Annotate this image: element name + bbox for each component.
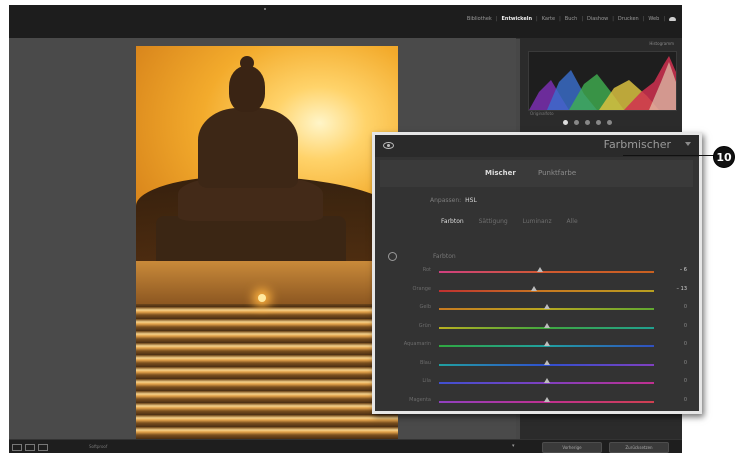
slider-thumb[interactable]: [537, 267, 544, 272]
eye-icon[interactable]: [383, 142, 394, 149]
slider-value[interactable]: 0: [669, 304, 687, 310]
section-label: Farbton: [433, 253, 456, 260]
slider-row: Rot – 6: [375, 267, 700, 281]
statue-crown: [240, 56, 254, 70]
pool-water: [136, 304, 398, 439]
tab-mixer[interactable]: Mischer: [485, 169, 516, 177]
filter-tool-icon[interactable]: [607, 120, 612, 125]
slider-label: Blau: [419, 359, 431, 366]
slider-label: Magenta: [409, 396, 431, 403]
view-mode-icons: [12, 444, 48, 451]
reset-button[interactable]: Zurücksetzen: [609, 442, 669, 453]
statue-body: [198, 108, 298, 188]
previous-button[interactable]: Vorherige: [542, 442, 602, 453]
module-book[interactable]: Buch: [561, 16, 582, 22]
slider-label: Grün: [418, 322, 431, 329]
mode-hue[interactable]: Farbton: [441, 218, 464, 225]
slider-thumb[interactable]: [543, 359, 550, 365]
mask-tool-icon[interactable]: [596, 120, 601, 125]
buddha-sunset-photo: [136, 46, 398, 439]
redeye-tool-icon[interactable]: [585, 120, 590, 125]
slider-row: Gelb 0: [375, 304, 700, 318]
module-separator: |: [663, 16, 665, 22]
loupe-view-icon[interactable]: [12, 444, 22, 451]
slider-row: Magenta 0: [375, 396, 700, 411]
slider-thumb[interactable]: [530, 285, 537, 291]
cloud-icon[interactable]: [669, 17, 676, 21]
softproof-toggle[interactable]: Softproof: [89, 444, 107, 449]
mode-luminance[interactable]: Luminanz: [523, 218, 552, 225]
slider-value[interactable]: 0: [669, 341, 687, 347]
module-web[interactable]: Web: [644, 16, 663, 22]
adjust-selector[interactable]: Anpassen: HSL: [430, 197, 477, 204]
slider-thumb[interactable]: [543, 396, 550, 402]
before-after-view-icon[interactable]: [25, 444, 35, 451]
bottom-toolbar: Softproof ▾ Vorherige Zurücksetzen: [9, 439, 682, 453]
adjust-value[interactable]: HSL: [465, 197, 477, 204]
panel-header: Farbmischer: [375, 135, 699, 157]
module-picker: Bibliothek | Entwickeln | Karte | Buch | Dia…: [463, 16, 676, 22]
slider-thumb[interactable]: [543, 322, 550, 328]
adjust-label: Anpassen:: [430, 197, 462, 204]
crop-tool-icon[interactable]: [563, 120, 568, 125]
slider-value[interactable]: – 13: [669, 286, 687, 292]
pool-wall: [136, 261, 398, 306]
slider-value[interactable]: 0: [669, 323, 687, 329]
panel-title[interactable]: Farbmischer: [604, 138, 671, 151]
slider-label: Lila: [422, 378, 431, 384]
toolbar-menu-arrow[interactable]: ▾: [512, 443, 515, 449]
mode-all[interactable]: Alle: [567, 218, 578, 225]
histogram-title[interactable]: Histogramm: [649, 41, 674, 46]
sun-glow: [258, 294, 266, 302]
slider-row: Blau 0: [375, 359, 700, 374]
callout-badge: 10: [713, 146, 735, 168]
slider-thumb[interactable]: [543, 341, 550, 346]
slider-label: Rot: [422, 267, 431, 273]
slider-label: Orange: [412, 285, 431, 292]
collapse-icon[interactable]: [685, 142, 691, 146]
slider-value[interactable]: 0: [669, 360, 687, 366]
mode-saturation[interactable]: Sättigung: [479, 218, 508, 225]
callout-line: [623, 155, 716, 156]
mixer-tabs: Mischer Punktfarbe: [380, 160, 693, 187]
module-develop[interactable]: Entwickeln: [498, 16, 537, 22]
statue-head: [229, 66, 265, 112]
tab-point-color[interactable]: Punktfarbe: [538, 169, 576, 177]
slider-track[interactable]: [439, 271, 654, 273]
module-slideshow[interactable]: Diashow: [583, 16, 612, 22]
slider-row: Grün 0: [375, 322, 700, 337]
slider-value[interactable]: 0: [669, 378, 687, 384]
slider-thumb[interactable]: [543, 304, 550, 309]
top-indicator: [264, 8, 266, 10]
slider-label: Aquamarin: [403, 341, 431, 347]
slider-value[interactable]: 0: [669, 397, 687, 403]
histogram-info: Originalfoto: [530, 111, 554, 116]
target-adjustment-icon[interactable]: [388, 252, 397, 261]
histogram: [528, 51, 677, 111]
slider-thumb[interactable]: [543, 378, 550, 383]
module-print[interactable]: Drucken: [614, 16, 643, 22]
module-library[interactable]: Bibliothek: [463, 16, 496, 22]
slider-row: Aquamarin 0: [375, 341, 700, 355]
spot-tool-icon[interactable]: [574, 120, 579, 125]
hsl-mode-tabs: Farbton Sättigung Luminanz Alle: [441, 218, 591, 225]
color-mixer-panel: Farbmischer Mischer Punktfarbe Anpassen:…: [372, 132, 702, 414]
compare-view-icon[interactable]: [38, 444, 48, 451]
slider-value[interactable]: – 6: [669, 267, 687, 273]
slider-track[interactable]: [439, 289, 654, 292]
module-map[interactable]: Karte: [538, 16, 559, 22]
histogram-graph: [529, 56, 676, 110]
slider-row: Lila 0: [375, 378, 700, 392]
tool-strip: [563, 120, 612, 125]
module-bar: Bibliothek | Entwickeln | Karte | Buch | Dia…: [9, 5, 682, 39]
slider-label: Gelb: [419, 304, 431, 310]
slider-row: Orange – 13: [375, 285, 700, 300]
